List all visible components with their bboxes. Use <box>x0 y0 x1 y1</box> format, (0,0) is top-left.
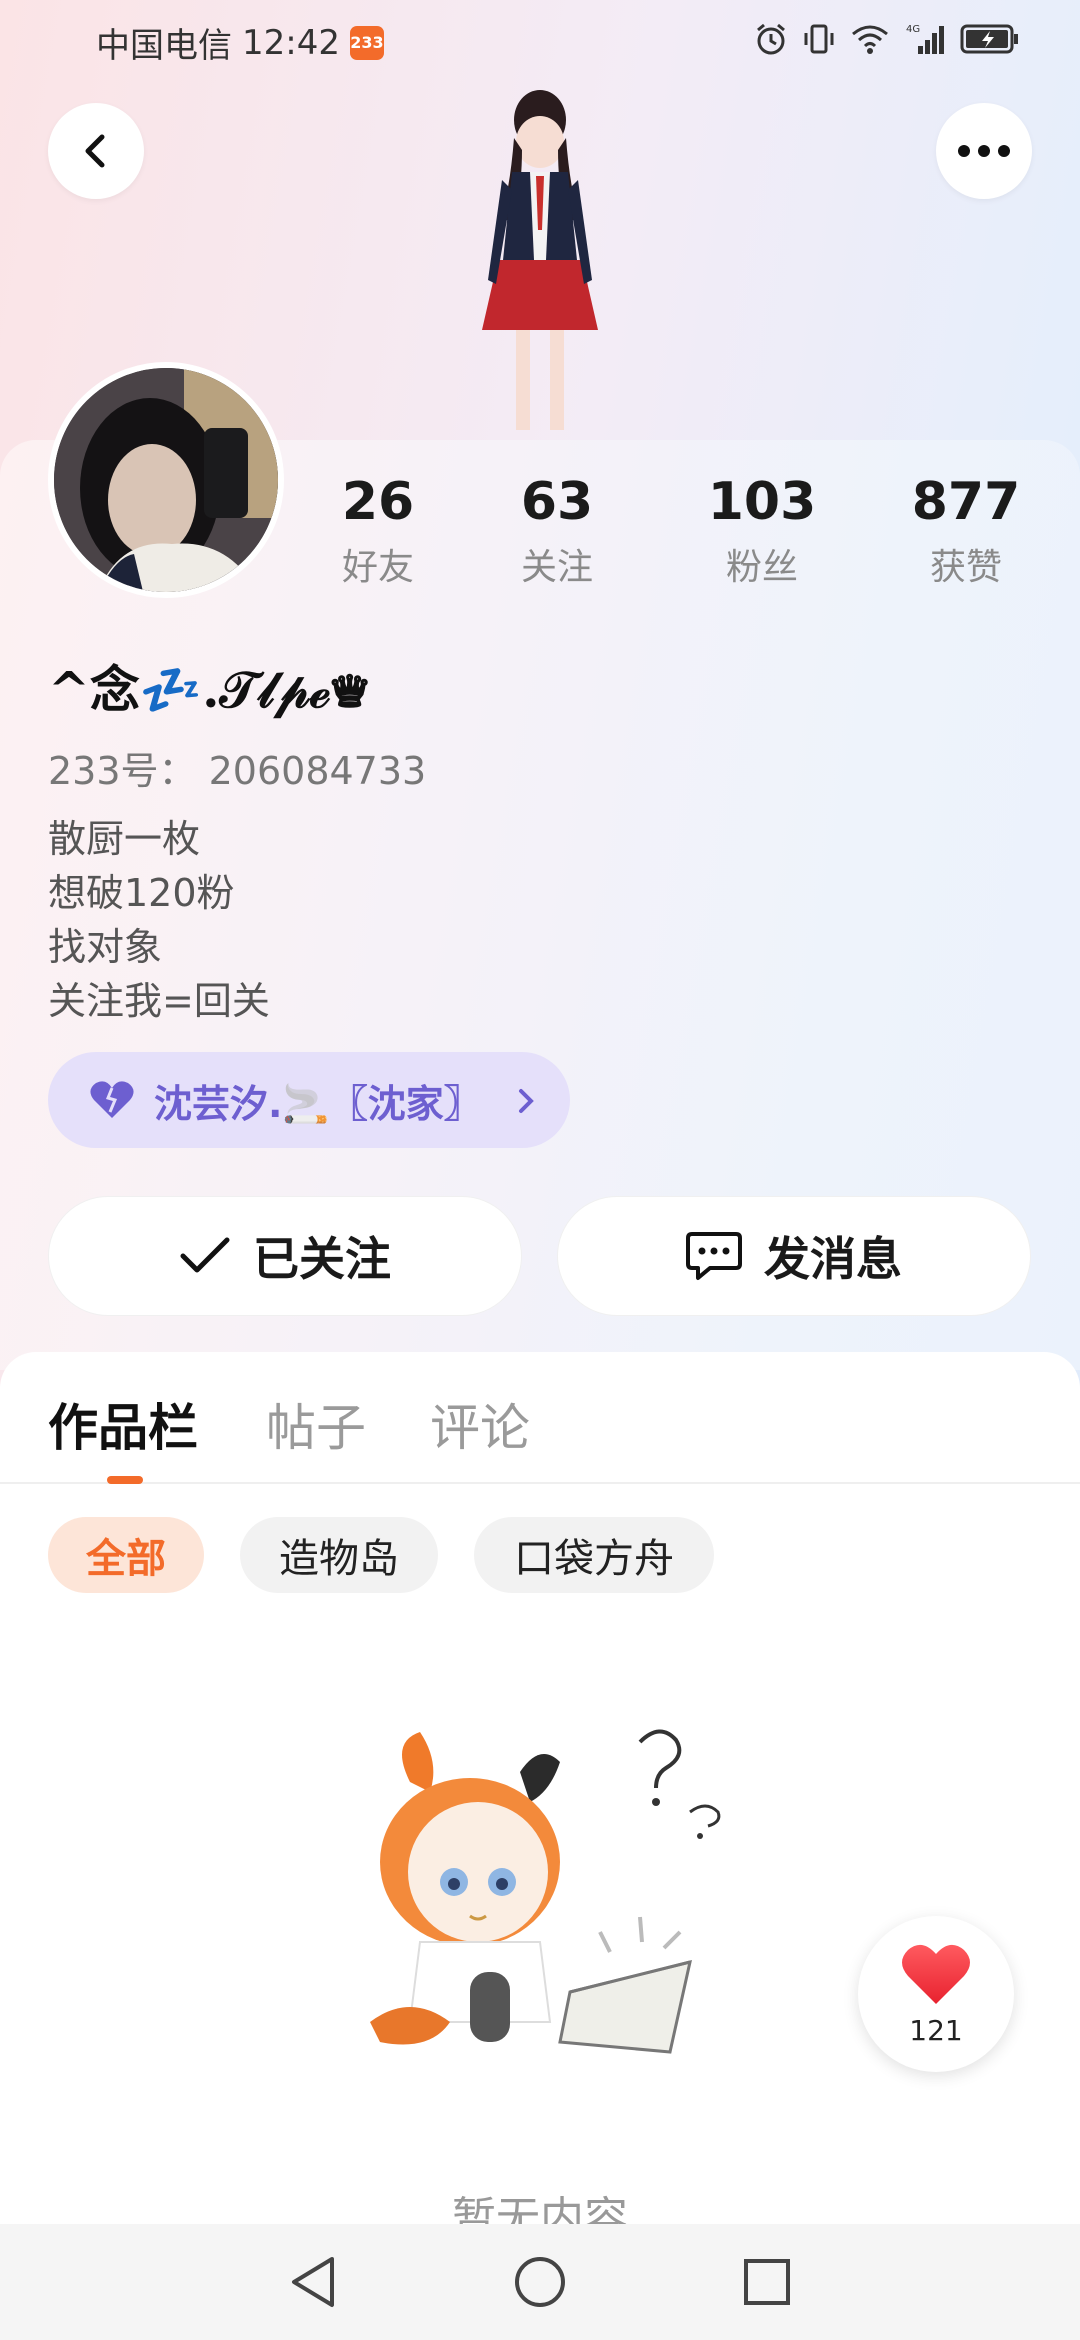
followed-button[interactable]: 已关注 <box>48 1196 522 1316</box>
stat-value: 103 <box>707 472 817 532</box>
nickname: ^念💤.𝒯𝓁𝓅ℯ♛ <box>48 660 370 719</box>
circle-home-icon <box>514 2257 565 2307</box>
stat-following[interactable]: 63 关注 <box>477 470 637 590</box>
square-recents-icon <box>743 2259 790 2305</box>
filter-all[interactable]: 全部 <box>48 1517 204 1593</box>
send-message-label: 发消息 <box>764 1232 902 1286</box>
followed-label: 已关注 <box>253 1232 391 1286</box>
nav-home-button[interactable] <box>500 2242 580 2322</box>
status-left: 中国电信 12:42 233 <box>96 18 384 67</box>
triangle-back-icon <box>292 2257 335 2307</box>
heart-filled-icon <box>902 1944 970 2004</box>
filter-pocket-ark[interactable]: 口袋方舟 <box>474 1517 714 1593</box>
nav-back-button[interactable] <box>273 2242 353 2322</box>
like-count: 121 <box>909 2014 963 2047</box>
group-name: 沈芸汐.🚬〖沈家〗 <box>154 1081 482 1126</box>
bio-line: 散厨一枚 <box>48 817 201 861</box>
user-id[interactable]: 233号： 206084733 <box>48 740 426 795</box>
stat-fans[interactable]: 103 粉丝 <box>682 470 842 590</box>
content-panel: 作品栏 帖子 评论 全部 造物岛 口袋方舟 暂无内容 <box>0 1352 1080 2340</box>
stat-value: 63 <box>520 472 594 532</box>
system-nav-bar <box>0 2224 1080 2340</box>
bio: 散厨一枚 想破120粉 找对象 关注我=回关 <box>48 812 270 1028</box>
app-badge: 233 <box>349 25 384 60</box>
svg-text:4G: 4G <box>906 24 920 35</box>
chat-bubble-icon <box>686 1232 742 1280</box>
stat-label: 粉丝 <box>725 547 798 588</box>
bio-line: 想破120粉 <box>48 871 235 915</box>
more-dots-icon <box>958 145 1010 157</box>
tab-posts[interactable]: 帖子 <box>266 1388 366 1460</box>
tab-bar: 作品栏 帖子 评论 <box>0 1352 1080 1484</box>
more-button[interactable] <box>936 103 1032 199</box>
status-bar: 中国电信 12:42 233 4G <box>0 0 1080 86</box>
status-icons: 4G <box>754 22 1020 56</box>
send-message-button[interactable]: 发消息 <box>557 1196 1031 1316</box>
nav-recents-button[interactable] <box>727 2242 807 2322</box>
stats-row: 26 好友 63 关注 103 粉丝 877 获赞 <box>0 470 1080 600</box>
carrier-label: 中国电信 <box>96 26 232 66</box>
alarm-icon <box>757 23 785 55</box>
profile-screen: 中国电信 12:42 233 4G 26 好友 63 关注 103 粉丝 877… <box>0 0 1080 2340</box>
like-button[interactable]: 121 <box>858 1916 1014 2072</box>
chevron-right-icon <box>519 1089 534 1113</box>
stat-label: 关注 <box>520 547 593 588</box>
stat-label: 获赞 <box>929 547 1002 588</box>
tab-indicator <box>107 1476 143 1484</box>
tab-works[interactable]: 作品栏 <box>48 1388 198 1460</box>
stat-value: 877 <box>911 472 1021 532</box>
filter-creation-island[interactable]: 造物岛 <box>240 1517 438 1593</box>
bio-line: 找对象 <box>48 925 163 969</box>
heart-icon <box>90 1081 134 1118</box>
signal-icon: 4G <box>906 24 944 54</box>
stat-value: 26 <box>341 472 415 532</box>
bio-line: 关注我=回关 <box>48 979 270 1023</box>
group-chip[interactable]: 沈芸汐.🚬〖沈家〗 <box>48 1052 570 1148</box>
vibrate-icon <box>804 24 834 54</box>
back-button[interactable] <box>48 103 144 199</box>
time-label: 12:42 <box>242 22 340 63</box>
wifi-icon <box>852 25 888 54</box>
character-figure <box>482 90 598 430</box>
stat-likes[interactable]: 877 获赞 <box>886 470 1046 590</box>
chevron-left-icon <box>85 134 105 168</box>
stat-friends[interactable]: 26 好友 <box>298 470 458 590</box>
stat-label: 好友 <box>341 547 414 588</box>
empty-state-illustration <box>370 1729 721 2054</box>
battery-icon <box>960 24 1018 54</box>
check-icon <box>180 1237 230 1273</box>
tab-comments[interactable]: 评论 <box>430 1388 530 1460</box>
